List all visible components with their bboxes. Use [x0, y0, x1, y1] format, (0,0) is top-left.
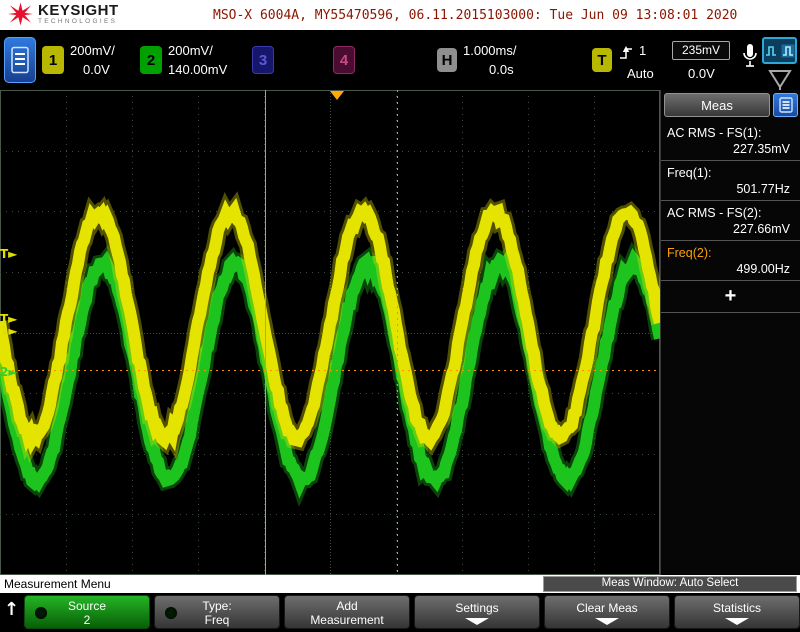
measurement-value: 227.66mV [733, 222, 790, 236]
trigger-aux-level: 0.0V [688, 66, 715, 81]
add-measurement-plus-button[interactable]: + [661, 281, 800, 313]
channel-1-scale: 200mV/ [70, 43, 115, 58]
trigger-source: 1 [639, 43, 647, 58]
softkey-add-measurement[interactable]: Add Measurement [284, 595, 410, 629]
measurement-label: Freq(1): [667, 166, 712, 180]
channel-1-button[interactable]: 1 [42, 46, 64, 74]
top-bar: KEYSIGHT TECHNOLOGIES MSO-X 6004A, MY554… [0, 0, 800, 30]
channel-2-scale: 200mV/ [168, 43, 213, 58]
horizontal-scale: 1.000ms/ [463, 43, 517, 58]
measurement-label: Freq(2): [667, 246, 712, 260]
logo-text: KEYSIGHT TECHNOLOGIES [38, 3, 119, 26]
panel-menu-icon [778, 97, 793, 113]
knob-indicator-icon [35, 607, 47, 619]
measurement-value: 227.35mV [733, 142, 790, 156]
oscilloscope-screen: KEYSIGHT TECHNOLOGIES MSO-X 6004A, MY554… [0, 0, 800, 632]
square-wave-icon [765, 45, 776, 56]
measurement-item[interactable]: Freq(1): 501.77Hz [661, 161, 800, 201]
down-arrow-icon [725, 618, 749, 625]
keysight-spark-icon [8, 2, 33, 26]
softkey-statistics[interactable]: Statistics [674, 595, 800, 629]
measurement-label: AC RMS - FS(2): [667, 206, 762, 220]
edge-trigger-icon [620, 46, 632, 59]
channel-3-button[interactable]: 3 [252, 46, 274, 74]
main-menu-button[interactable] [4, 37, 36, 83]
softkey-clear-meas[interactable]: Clear Meas [544, 595, 670, 629]
measurement-value: 501.77Hz [736, 182, 790, 196]
horizontal-readout: 1.000ms/ 0.0s [463, 41, 516, 79]
measurement-value: 499.00Hz [736, 262, 790, 276]
measurement-list: AC RMS - FS(1): 227.35mV Freq(1): 501.77… [661, 121, 800, 313]
channel-2-readout: 200mV/ 140.00mV [168, 41, 227, 79]
channel-1-offset: 0.0V [83, 62, 110, 77]
level-marker-1[interactable]: 1► [0, 324, 18, 338]
softkey-bar: ↑ Source 2 Type: Freq Add Measurement Se… [0, 593, 800, 632]
channel-2-offset: 140.00mV [168, 62, 228, 77]
measurement-item[interactable]: Freq(2): 499.00Hz [661, 241, 800, 281]
keysight-logo: KEYSIGHT TECHNOLOGIES [8, 2, 119, 26]
softkey-label: Add [336, 599, 358, 613]
level-marker-t[interactable]: T► [0, 247, 17, 261]
trigger-level-value: 235mV [672, 41, 730, 60]
softkey-value: Measurement [310, 613, 384, 627]
channel-4-button[interactable]: 4 [333, 46, 355, 74]
microphone-icon[interactable] [741, 42, 759, 72]
down-arrow-icon [595, 618, 619, 625]
horizontal-delay: 0.0s [489, 62, 514, 77]
measurement-item[interactable]: AC RMS - FS(1): 227.35mV [661, 121, 800, 161]
measurement-label: AC RMS - FS(1): [667, 126, 762, 140]
trigger-button[interactable]: T [592, 48, 612, 72]
meas-menu-button[interactable]: Meas [664, 93, 770, 117]
square-wave-icon [781, 44, 794, 57]
softkey-type[interactable]: Type: Freq [154, 595, 280, 629]
waveform-mode-indicator[interactable] [762, 37, 797, 64]
waveform-display: T► T► 1► 2► [0, 90, 660, 575]
brand-subtitle: TECHNOLOGIES [38, 17, 118, 25]
waveform-svg [0, 90, 660, 575]
horizontal-button[interactable]: H [437, 48, 457, 72]
brand-name: KEYSIGHT [38, 1, 119, 19]
channel-1-readout: 200mV/ 0.0V [70, 41, 115, 79]
menu-icon [11, 46, 29, 74]
probe-symbol-icon[interactable] [768, 68, 792, 92]
menu-title: Measurement Menu [4, 577, 111, 591]
down-arrow-icon [465, 618, 489, 625]
softkey-label: Clear Meas [576, 601, 638, 615]
channel-2-button[interactable]: 2 [140, 46, 162, 74]
softkey-settings[interactable]: Settings [414, 595, 540, 629]
knob-indicator-icon [165, 607, 177, 619]
meas-sidebar-icon-button[interactable] [773, 93, 798, 117]
level-marker-2[interactable]: 2► [0, 365, 18, 379]
softkey-source[interactable]: Source 2 [24, 595, 150, 629]
trigger-mode: Auto [627, 66, 654, 81]
instrument-title: MSO-X 6004A, MY55470596, 06.11.201510300… [213, 8, 738, 23]
measurement-item[interactable]: AC RMS - FS(2): 227.66mV [661, 201, 800, 241]
back-up-arrow-icon[interactable]: ↑ [4, 599, 19, 620]
status-bar: 1 200mV/ 0.0V 2 200mV/ 140.00mV 3 4 H 1.… [0, 30, 800, 92]
meas-window-selector[interactable]: Meas Window: Auto Select [543, 576, 797, 592]
softkey-label: Statistics [712, 601, 761, 615]
softkey-menu-strip: Measurement Menu Meas Window: Auto Selec… [0, 575, 800, 593]
softkey-label: Settings [455, 601, 499, 615]
measurement-panel: Meas AC RMS - FS(1): 227.35mV Freq(1): 5… [660, 90, 800, 575]
